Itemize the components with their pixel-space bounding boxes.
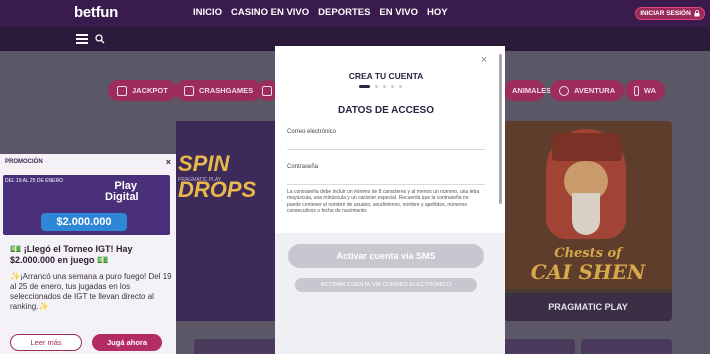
category-crashgames[interactable]: CRASHGAMES: [175, 80, 263, 101]
character-hat: [552, 133, 622, 161]
compass-icon: [559, 85, 569, 96]
grid-icon: [262, 85, 272, 96]
step-dot: [391, 85, 394, 88]
read-more-button[interactable]: Leer más: [10, 334, 82, 351]
step-dot-active: [359, 85, 370, 88]
modal-footer: Activar cuenta vía SMS ACTIVAR CUENTA VÍ…: [275, 233, 505, 354]
character-beard: [572, 193, 600, 235]
modal-title: CREA TU CUENTA: [348, 71, 424, 81]
game-tile-spin-drops[interactable]: PRAGMATIC PLAY SPIN DROPS: [176, 121, 276, 321]
lock-icon: [694, 10, 700, 17]
login-button[interactable]: INICIAR SESIÓN: [635, 7, 705, 20]
email-field[interactable]: [287, 149, 485, 150]
rocket-icon: [184, 85, 194, 96]
promo-panel: PROMOCIÓN × DEL 19 AL 25 DE ENERO Play D…: [0, 154, 176, 354]
promo-title: 💵 ¡Llegó el Torneo IGT! Hay $2.000.000 e…: [10, 244, 133, 265]
step-indicator: [359, 85, 402, 88]
close-icon[interactable]: ×: [166, 157, 171, 167]
activate-email-button[interactable]: ACTIVAR CUENTA VÍA CORREO ELECTRÓNICO: [295, 278, 477, 292]
nav-inicio[interactable]: INICIO: [193, 7, 223, 29]
step-dot: [383, 85, 386, 88]
category-animales[interactable]: ANIMALES: [503, 80, 551, 101]
email-label: Correo electrónico: [287, 129, 337, 135]
main-nav: INICIO CASINO EN VIVO DEPORTES EN VIVO H…: [193, 7, 448, 29]
password-label: Contraseña: [287, 164, 319, 170]
game-provider: PRAGMATIC PLAY: [504, 293, 672, 321]
promo-header-label: PROMOCIÓN: [5, 159, 43, 165]
gift-icon: [634, 85, 639, 96]
login-label: INICIAR SESIÓN: [640, 10, 691, 17]
nav-deportes[interactable]: DEPORTES: [318, 7, 370, 29]
search-icon[interactable]: [95, 34, 105, 44]
banner-brand: Play Digital: [105, 180, 139, 203]
betfun-logo[interactable]: betfun: [74, 4, 118, 21]
promo-body: ✨¡Arrancó una semana a puro fuego! Del 1…: [10, 272, 172, 311]
play-now-button[interactable]: Jugá ahora: [92, 334, 162, 351]
step-dot: [399, 85, 402, 88]
category-label: CRASHGAMES: [199, 86, 254, 95]
step-dot: [375, 85, 378, 88]
category-label: JACKPOT: [132, 86, 168, 95]
category-aventura[interactable]: AVENTURA: [550, 80, 625, 101]
game-title: Chests of CAI SHEN: [504, 245, 672, 284]
category-wa[interactable]: WA: [625, 80, 665, 101]
category-label: ANIMALES: [512, 86, 552, 95]
category-jackpot[interactable]: JACKPOT: [108, 80, 177, 101]
nav-casino-en-vivo[interactable]: CASINO EN VIVO: [231, 7, 309, 29]
nav-en-vivo[interactable]: EN VIVO: [379, 7, 418, 29]
section-title: DATOS DE ACCESO: [338, 105, 434, 116]
jackpot-icon: [117, 85, 127, 96]
password-field[interactable]: [287, 184, 485, 185]
banner-dates: DEL 19 AL 25 DE ENERO: [5, 178, 63, 184]
game-tile[interactable]: [194, 339, 285, 354]
promo-header: PROMOCIÓN ×: [0, 154, 176, 170]
game-tile-cai-shen[interactable]: Chests of CAI SHEN PRAGMATIC PLAY: [504, 121, 672, 321]
nav-hoy[interactable]: HOY: [427, 7, 448, 29]
activate-sms-button[interactable]: Activar cuenta vía SMS: [288, 244, 484, 268]
signup-modal: × CREA TU CUENTA DATOS DE ACCESO Correo …: [275, 46, 505, 354]
category-label: AVENTURA: [574, 86, 616, 95]
game-tile[interactable]: [581, 339, 672, 354]
game-title-line2: CAI SHEN: [530, 260, 646, 284]
close-icon[interactable]: ×: [478, 54, 490, 66]
hamburger-menu-icon[interactable]: [76, 34, 88, 44]
tile-title: SPIN DROPS: [178, 151, 257, 202]
category-label: WA: [643, 86, 656, 95]
modal-scrollbar[interactable]: [499, 54, 502, 204]
password-help-text: La contraseña debe incluir un mínimo de …: [287, 189, 480, 215]
banner-prize: $2.000.000: [41, 213, 127, 231]
promo-banner-image[interactable]: DEL 19 AL 25 DE ENERO Play Digital $2.00…: [3, 175, 170, 235]
